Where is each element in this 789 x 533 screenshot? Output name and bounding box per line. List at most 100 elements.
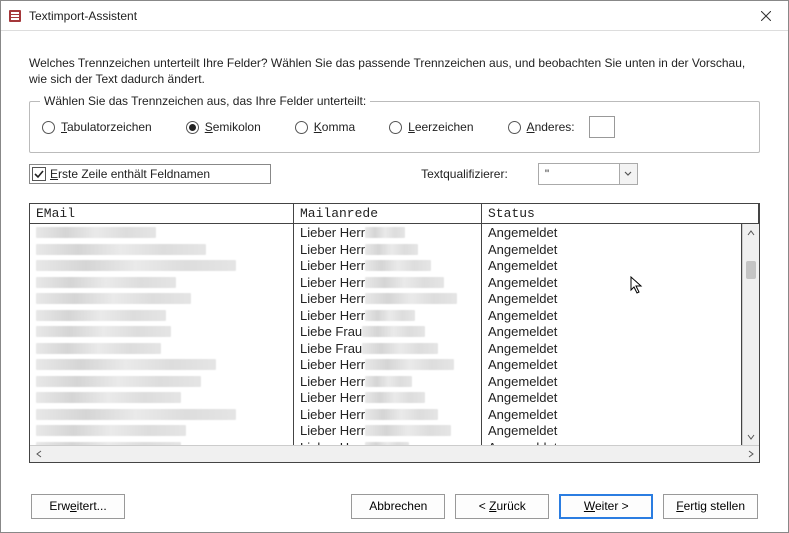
table-row: Liebe Frau Angemeldet	[30, 323, 742, 340]
cell-status: Angemeldet	[482, 373, 742, 390]
cell-email	[30, 274, 294, 291]
table-row: Lieber Herr Angemeldet	[30, 241, 742, 258]
cell-anrede: Lieber Herr	[294, 307, 482, 324]
cell-email	[30, 340, 294, 357]
content-area: Welches Trennzeichen unterteilt Ihre Fel…	[1, 31, 788, 480]
scroll-left-arrow[interactable]	[30, 446, 47, 462]
back-button[interactable]: < Zurück	[455, 494, 549, 519]
cell-email	[30, 389, 294, 406]
options-row: Erste Zeile enthält Feldnamen Textqualif…	[29, 163, 760, 185]
delimiter-legend: Wählen Sie das Trennzeichen aus, das Ihr…	[40, 94, 370, 108]
horizontal-scrollbar[interactable]	[30, 445, 759, 462]
text-qualifier-label: Textqualifizierer:	[421, 167, 508, 181]
radio-semicolon-label[interactable]: Semikolon	[205, 120, 261, 134]
cell-status: Angemeldet	[482, 257, 742, 274]
cell-email	[30, 373, 294, 390]
close-button[interactable]	[743, 1, 788, 30]
radio-space[interactable]	[389, 121, 402, 134]
other-delimiter-input[interactable]	[589, 116, 615, 138]
table-row: Lieber Herr Angemeldet	[30, 406, 742, 423]
cell-anrede: Lieber Herr	[294, 406, 482, 423]
scroll-down-arrow[interactable]	[743, 428, 759, 445]
advanced-button[interactable]: Erweitert...	[31, 494, 125, 519]
cell-status: Angemeldet	[482, 439, 742, 446]
cell-status: Angemeldet	[482, 241, 742, 258]
cell-anrede: Lieber Herr	[294, 356, 482, 373]
cell-anrede: Lieber Herr	[294, 274, 482, 291]
first-row-checkbox-wrap[interactable]: Erste Zeile enthält Feldnamen	[29, 164, 271, 184]
finish-button[interactable]: Fertig stellen	[663, 494, 758, 519]
cell-status: Angemeldet	[482, 356, 742, 373]
first-row-checkbox[interactable]	[32, 167, 46, 181]
text-qualifier-combo[interactable]: "	[538, 163, 638, 185]
table-row: Lieber Herr Angemeldet	[30, 389, 742, 406]
cell-status: Angemeldet	[482, 307, 742, 324]
cell-email	[30, 356, 294, 373]
cell-status: Angemeldet	[482, 422, 742, 439]
cell-anrede: Lieber Herr	[294, 257, 482, 274]
cell-email	[30, 406, 294, 423]
cell-status: Angemeldet	[482, 406, 742, 423]
radio-comma[interactable]	[295, 121, 308, 134]
cell-anrede: Liebe Frau	[294, 323, 482, 340]
table-row: Lieber Herr Angemeldet	[30, 257, 742, 274]
scroll-thumb[interactable]	[746, 261, 756, 279]
cell-anrede: Lieber Herr	[294, 439, 482, 446]
cell-status: Angemeldet	[482, 290, 742, 307]
radio-semicolon[interactable]	[186, 121, 199, 134]
cell-email	[30, 290, 294, 307]
vertical-scrollbar[interactable]	[742, 224, 759, 445]
grid-body: Lieber Herr AngemeldetLieber Herr Angeme…	[30, 224, 759, 445]
first-row-label: Erste Zeile enthält Feldnamen	[50, 167, 210, 181]
cell-anrede: Lieber Herr	[294, 422, 482, 439]
cell-email	[30, 224, 294, 241]
preview-grid: EMail Mailanrede Status Lieber Herr Ange…	[29, 203, 760, 463]
table-row: Lieber Herr Angemeldet	[30, 439, 742, 446]
cell-anrede: Lieber Herr	[294, 373, 482, 390]
cell-status: Angemeldet	[482, 224, 742, 241]
footer: Erweitert... Abbrechen < Zurück Weiter >…	[1, 480, 788, 532]
scroll-right-arrow[interactable]	[742, 446, 759, 462]
table-row: Lieber Herr Angemeldet	[30, 274, 742, 291]
delimiter-fieldset: Wählen Sie das Trennzeichen aus, das Ihr…	[29, 101, 760, 153]
radio-other-label[interactable]: Anderes:	[527, 120, 575, 134]
table-row: Lieber Herr Angemeldet	[30, 356, 742, 373]
title-bar: Textimport-Assistent	[1, 1, 788, 31]
cell-anrede: Lieber Herr	[294, 389, 482, 406]
intro-text: Welches Trennzeichen unterteilt Ihre Fel…	[29, 55, 760, 87]
header-anrede[interactable]: Mailanrede	[294, 204, 482, 223]
table-row: Lieber Herr Angemeldet	[30, 224, 742, 241]
cell-email	[30, 439, 294, 446]
radio-tab-label[interactable]: Tabulatorzeichen	[61, 120, 152, 134]
cell-anrede: Lieber Herr	[294, 241, 482, 258]
cell-status: Angemeldet	[482, 389, 742, 406]
radio-other[interactable]	[508, 121, 521, 134]
delimiter-options: Tabulatorzeichen Semikolon Komma Leerzei…	[42, 116, 747, 138]
cell-anrede: Lieber Herr	[294, 224, 482, 241]
grid-header: EMail Mailanrede Status	[30, 204, 759, 224]
table-row: Lieber Herr Angemeldet	[30, 290, 742, 307]
text-qualifier-value: "	[539, 167, 619, 181]
next-button[interactable]: Weiter >	[559, 494, 653, 519]
table-row: Liebe Frau Angemeldet	[30, 340, 742, 357]
header-status[interactable]: Status	[482, 204, 759, 223]
table-row: Lieber Herr Angemeldet	[30, 307, 742, 324]
cell-anrede: Lieber Herr	[294, 290, 482, 307]
header-email[interactable]: EMail	[30, 204, 294, 223]
cancel-button[interactable]: Abbrechen	[351, 494, 445, 519]
radio-tab[interactable]	[42, 121, 55, 134]
cell-anrede: Liebe Frau	[294, 340, 482, 357]
cell-status: Angemeldet	[482, 340, 742, 357]
table-row: Lieber Herr Angemeldet	[30, 373, 742, 390]
window-title: Textimport-Assistent	[29, 9, 743, 23]
cell-email	[30, 422, 294, 439]
radio-space-label[interactable]: Leerzeichen	[408, 120, 473, 134]
cell-email	[30, 257, 294, 274]
cell-status: Angemeldet	[482, 274, 742, 291]
radio-comma-label[interactable]: Komma	[314, 120, 355, 134]
scroll-up-arrow[interactable]	[743, 224, 759, 241]
cell-email	[30, 323, 294, 340]
combo-dropdown-button[interactable]	[619, 164, 637, 184]
cell-email	[30, 307, 294, 324]
wizard-window: Textimport-Assistent Welches Trennzeiche…	[0, 0, 789, 533]
